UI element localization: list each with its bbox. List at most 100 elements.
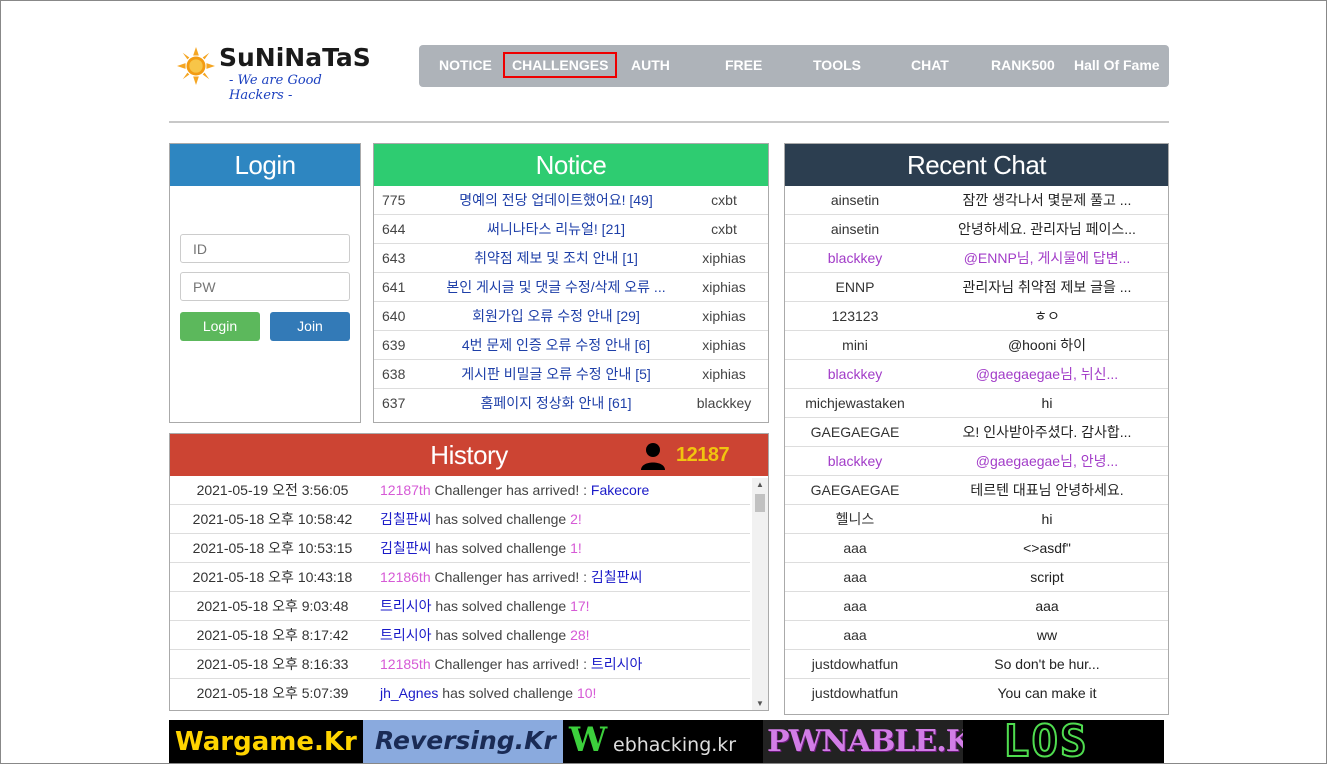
chat-row: aaa <>asdf" bbox=[785, 534, 1168, 563]
history-user-link[interactable]: 김칠판씨 bbox=[380, 540, 432, 556]
nav-auth[interactable]: AUTH bbox=[631, 57, 670, 73]
login-button[interactable]: Login bbox=[180, 312, 260, 341]
history-text: Challenger has arrived! : bbox=[430, 656, 591, 672]
chat-message: script bbox=[1030, 569, 1064, 585]
chat-user: aaa bbox=[843, 598, 867, 614]
history-message: 트리시아 has solved challenge 17! bbox=[380, 592, 590, 620]
history-challenge-num: 28 bbox=[570, 627, 586, 643]
notice-title: Notice bbox=[374, 144, 768, 186]
history-text: has solved challenge bbox=[431, 540, 571, 556]
notice-author: xiphias bbox=[702, 279, 746, 295]
notice-link[interactable]: 본인 게시글 및 댓글 수정/삭제 오류 ... bbox=[426, 273, 686, 301]
chat-user: GAEGAEGAE bbox=[810, 482, 900, 498]
history-user-link[interactable]: 김칠판씨 bbox=[591, 569, 643, 585]
notice-author: cxbt bbox=[711, 192, 737, 208]
partner-banners: Wargame.Kr Reversing.Kr Webhacking.kr PW… bbox=[169, 720, 1164, 763]
chat-row: blackkey @gaegaegae님, 뉘신... bbox=[785, 360, 1168, 389]
history-title: History bbox=[430, 440, 508, 470]
nav-chat[interactable]: CHAT bbox=[911, 57, 949, 73]
chat-user: justdowhatfun bbox=[811, 685, 899, 701]
chat-row: blackkey @ENNP님, 게시물에 답변... bbox=[785, 244, 1168, 273]
notice-link[interactable]: 명예의 전당 업데이트했어요! [49] bbox=[426, 186, 686, 214]
notice-link[interactable]: 홈페이지 정상화 안내 [61] bbox=[426, 389, 686, 417]
history-time: 2021-05-18 오후 9:03:48 bbox=[196, 598, 349, 614]
notice-row: 644 써니나타스 리뉴얼! [21] cxbt bbox=[374, 215, 768, 244]
chat-message: @gaegaegae님, 안녕... bbox=[975, 453, 1119, 469]
history-challenge-num: 17 bbox=[570, 598, 586, 614]
history-user-link[interactable]: 김칠판씨 bbox=[380, 511, 432, 527]
notice-author: xiphias bbox=[702, 250, 746, 266]
chat-row: blackkey @gaegaegae님, 안녕... bbox=[785, 447, 1168, 476]
logo-title: SuNiNaTaS bbox=[219, 43, 371, 72]
site-logo[interactable]: SuNiNaTaS - We are Good Hackers - bbox=[177, 41, 377, 103]
scrollbar-thumb[interactable] bbox=[755, 494, 765, 512]
login-panel: Login Login Join bbox=[169, 143, 361, 423]
scroll-down-icon[interactable]: ▼ bbox=[756, 699, 764, 708]
reversing-banner[interactable]: Reversing.Kr bbox=[363, 720, 563, 763]
nav-hall-of-fame[interactable]: Hall Of Fame bbox=[1074, 57, 1160, 73]
history-challenge-num: 10 bbox=[576, 685, 593, 701]
nav-challenges[interactable]: CHALLENGES bbox=[503, 52, 618, 78]
notice-link[interactable]: 게시판 비밀글 오류 수정 안내 [5] bbox=[426, 360, 686, 388]
history-text: has solved challenge bbox=[438, 685, 577, 701]
join-button[interactable]: Join bbox=[270, 312, 350, 341]
logo-slogan: - We are Good Hackers - bbox=[229, 73, 322, 103]
history-panel: History 12187 2021-05-19 오전 3:56:05 1218… bbox=[169, 433, 769, 711]
history-message: 트리시아 has solved challenge 28! bbox=[380, 621, 590, 649]
history-message: jh_Agnes has solved challenge 10! bbox=[380, 679, 596, 707]
chat-row: michjewastaken hi bbox=[785, 389, 1168, 418]
notice-link[interactable]: 4번 문제 인증 오류 수정 안내 [6] bbox=[426, 331, 686, 359]
chat-user: aaa bbox=[843, 627, 867, 643]
chat-user: mini bbox=[842, 337, 868, 353]
chat-row: ainsetin 안녕하세요. 관리자님 페이스... bbox=[785, 215, 1168, 244]
notice-row: 643 취약점 제보 및 조치 안내 [1] xiphias bbox=[374, 244, 768, 273]
chat-row: ENNP 관리자님 취약점 제보 글을 ... bbox=[785, 273, 1168, 302]
los-banner[interactable]: LOS bbox=[963, 720, 1164, 763]
id-input[interactable] bbox=[180, 234, 350, 263]
history-user-link[interactable]: Fakecore bbox=[591, 482, 649, 498]
chat-panel: Recent Chat ainsetin 잠깐 생각나서 몇문제 풀고 ... ai… bbox=[784, 143, 1169, 715]
chat-message: 관리자님 취약점 제보 글을 ... bbox=[962, 279, 1132, 295]
reversing-banner-text: Reversing.Kr bbox=[375, 726, 556, 755]
history-user-link[interactable]: 트리시아 bbox=[380, 598, 432, 614]
history-user-link[interactable]: 트리시아 bbox=[591, 656, 643, 672]
chat-message: @hooni 하이 bbox=[1007, 337, 1087, 353]
chat-message: 테르텐 대표님 안녕하세요. bbox=[970, 482, 1124, 498]
nav-free[interactable]: FREE bbox=[725, 57, 762, 73]
wargame-banner[interactable]: Wargame.Kr bbox=[169, 720, 363, 763]
history-time: 2021-05-18 오후 10:53:15 bbox=[192, 540, 353, 556]
pwnable-banner[interactable]: PWNABLE.KR bbox=[763, 720, 963, 763]
chat-row: GAEGAEGAE 오! 인사받아주셨다. 감사합... bbox=[785, 418, 1168, 447]
webhacking-banner[interactable]: Webhacking.kr bbox=[563, 720, 763, 763]
notice-link[interactable]: 회원가입 오류 수정 안내 [29] bbox=[426, 302, 686, 330]
chat-message: 오! 인사받아주셨다. 감사합... bbox=[962, 424, 1132, 440]
pw-input[interactable] bbox=[180, 272, 350, 301]
notice-author: xiphias bbox=[702, 366, 746, 382]
chat-message: You can make it bbox=[997, 685, 1097, 701]
history-subject: 12187th bbox=[380, 482, 431, 498]
webhacking-banner-w: W bbox=[569, 720, 608, 760]
main-nav: NOTICE CHALLENGES AUTH FREE TOOLS CHAT R… bbox=[419, 45, 1169, 87]
history-user-link[interactable]: jh_Agnes bbox=[380, 685, 438, 701]
chat-user: ainsetin bbox=[830, 192, 880, 208]
notice-link[interactable]: 써니나타스 리뉴얼! [21] bbox=[426, 215, 686, 243]
history-text: Challenger has arrived! : bbox=[430, 482, 591, 498]
chat-message: @ENNP님, 게시물에 답변... bbox=[963, 250, 1131, 266]
history-scrollbar[interactable]: ▲ ▼ bbox=[752, 478, 768, 710]
chat-message: <>asdf" bbox=[1023, 540, 1071, 556]
chat-row: ainsetin 잠깐 생각나서 몇문제 풀고 ... bbox=[785, 186, 1168, 215]
history-time: 2021-05-18 오후 5:07:39 bbox=[196, 685, 349, 701]
history-message: 김칠판씨 has solved challenge 1! bbox=[380, 534, 582, 562]
notice-author: xiphias bbox=[702, 308, 746, 324]
notice-link[interactable]: 취약점 제보 및 조치 안내 [1] bbox=[426, 244, 686, 272]
nav-notice[interactable]: NOTICE bbox=[439, 57, 492, 73]
scroll-up-icon[interactable]: ▲ bbox=[756, 480, 764, 489]
history-user-link[interactable]: 트리시아 bbox=[380, 627, 432, 643]
nav-rank500[interactable]: RANK500 bbox=[991, 57, 1055, 73]
history-message: 12185th Challenger has arrived! : 트리시아 bbox=[380, 650, 642, 678]
chat-row: aaa script bbox=[785, 563, 1168, 592]
chat-message: @gaegaegae님, 뉘신... bbox=[975, 366, 1119, 382]
notice-number: 639 bbox=[382, 337, 406, 353]
nav-tools[interactable]: TOOLS bbox=[813, 57, 861, 73]
chat-message: ww bbox=[1036, 627, 1058, 643]
